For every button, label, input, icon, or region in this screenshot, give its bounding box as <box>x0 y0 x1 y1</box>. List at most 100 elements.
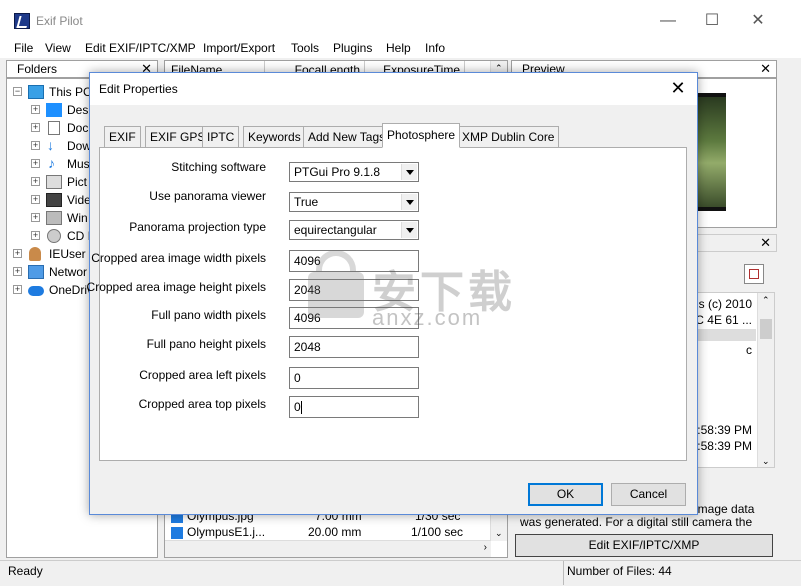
info-scrollbar[interactable]: ⌃ ⌄ <box>757 293 774 467</box>
title-bar: Exif Pilot — ☐ ✕ <box>0 0 801 38</box>
stitching-software-select[interactable]: PTGui Pro 9.1.8 <box>289 162 419 182</box>
menu-info[interactable]: Info <box>425 41 445 55</box>
expand-icon[interactable]: + <box>31 123 40 132</box>
expand-icon[interactable]: + <box>31 177 40 186</box>
computer-icon <box>28 85 44 99</box>
projection-type-select[interactable]: equirectangular <box>289 220 419 240</box>
file-exposure: 1/100 sec <box>411 525 464 539</box>
edit-properties-dialog: Edit Properties ✕ EXIF EXIF GPS IPTC Key… <box>87 72 698 515</box>
cropped-top-value: 0 <box>294 400 301 414</box>
menu-edit-exif[interactable]: Edit EXIF/IPTC/XMP <box>85 41 196 55</box>
cropped-width-label: Cropped area image width pixels <box>91 251 266 265</box>
info-value: s (c) 2010 <box>698 297 752 311</box>
scroll-down-icon[interactable]: ⌄ <box>762 456 770 467</box>
expand-icon[interactable]: + <box>31 105 40 114</box>
cropped-height-label: Cropped area image height pixels <box>86 280 266 294</box>
expand-icon[interactable]: + <box>31 195 40 204</box>
minimize-button[interactable]: — <box>645 6 691 36</box>
close-preview-icon[interactable]: ✕ <box>760 61 771 77</box>
cropped-left-input[interactable]: 0 <box>289 367 419 389</box>
user-icon <box>29 247 41 261</box>
close-info-icon[interactable]: ✕ <box>760 235 771 251</box>
chevron-down-icon[interactable] <box>401 222 417 238</box>
collapse-icon[interactable]: − <box>13 87 22 96</box>
cropped-top-input[interactable]: 0 <box>289 396 419 418</box>
tab-keywords[interactable]: Keywords <box>243 126 306 148</box>
cropped-top-label: Cropped area top pixels <box>138 397 266 411</box>
tab-iptc[interactable]: IPTC <box>202 126 240 148</box>
expand-icon[interactable]: + <box>31 231 40 240</box>
scroll-up-icon[interactable]: ⌃ <box>762 295 770 306</box>
full-width-input[interactable]: 4096 <box>289 307 419 329</box>
use-panorama-viewer-select[interactable]: True <box>289 192 419 212</box>
onedrive-icon <box>28 286 44 296</box>
preview-image <box>694 93 726 211</box>
chevron-down-icon[interactable] <box>401 194 417 210</box>
folders-title: Folders <box>17 62 58 76</box>
menu-help[interactable]: Help <box>386 41 411 55</box>
stitching-software-value: PTGui Pro 9.1.8 <box>294 165 381 179</box>
document-icon <box>48 121 60 135</box>
info-selected-row <box>696 329 756 341</box>
tab-add-new-tags[interactable]: Add New Tags <box>303 126 391 148</box>
tree-item-label: Vide <box>67 193 91 207</box>
tree-item-label: Networ <box>49 265 88 279</box>
tree-item-label: IEUser <box>49 247 86 261</box>
edit-exif-iptc-xmp-button[interactable]: Edit EXIF/IPTC/XMP <box>515 534 773 557</box>
expand-icon[interactable]: + <box>13 285 22 294</box>
tab-xmp-dublin-core[interactable]: XMP Dublin Core <box>457 126 560 148</box>
tab-photosphere[interactable]: Photosphere <box>382 123 461 148</box>
tab-exif[interactable]: EXIF <box>104 126 141 148</box>
full-width-label: Full pano width pixels <box>151 308 266 322</box>
text-cursor <box>300 401 302 415</box>
tree-item-label: Pict <box>67 175 88 189</box>
expand-icon[interactable]: + <box>31 213 40 222</box>
app-title: Exif Pilot <box>36 14 83 28</box>
tree-item-label: Win <box>67 211 88 225</box>
ok-button[interactable]: OK <box>528 483 603 506</box>
close-window-button[interactable]: ✕ <box>735 6 781 36</box>
dialog-close-button[interactable]: ✕ <box>667 78 689 99</box>
expand-icon[interactable]: + <box>13 267 22 276</box>
file-row[interactable]: OlympusE1.j... 20.00 mm 1/100 sec <box>165 525 485 541</box>
table-icon <box>749 269 759 279</box>
cropped-height-input[interactable]: 2048 <box>289 279 419 301</box>
expand-icon[interactable]: + <box>31 159 40 168</box>
info-value: c <box>746 343 752 357</box>
scroll-down-icon[interactable]: ⌄ <box>495 528 503 539</box>
cropped-width-input[interactable]: 4096 <box>289 250 419 272</box>
scroll-right-icon[interactable]: › <box>484 542 487 553</box>
tree-item-label: Mus <box>67 157 90 171</box>
menu-view[interactable]: View <box>45 41 71 55</box>
projection-type-value: equirectangular <box>294 223 377 237</box>
menu-bar: File View Edit EXIF/IPTC/XMP Import/Expo… <box>0 38 801 58</box>
export-info-button[interactable] <box>744 264 764 284</box>
menu-file[interactable]: File <box>14 41 33 55</box>
menu-import-export[interactable]: Import/Export <box>203 41 275 55</box>
full-height-input[interactable]: 2048 <box>289 336 419 358</box>
info-value: 4:58:39 PM <box>690 423 752 437</box>
status-bar: Ready Number of Files: 44 <box>0 560 801 586</box>
expand-icon[interactable]: + <box>31 141 40 150</box>
photosphere-tab-page: Stitching software PTGui Pro 9.1.8 Use p… <box>87 147 687 461</box>
chevron-down-icon[interactable] <box>401 164 417 180</box>
cancel-button[interactable]: Cancel <box>611 483 686 506</box>
file-list-horizontal-scrollbar[interactable]: › <box>165 540 491 557</box>
projection-type-label: Panorama projection type <box>129 220 266 234</box>
tree-item-label: This PC <box>49 85 92 99</box>
tree-item-label: CD I <box>67 229 91 243</box>
file-name: OlympusE1.j... <box>187 525 266 539</box>
menu-plugins[interactable]: Plugins <box>333 41 372 55</box>
dialog-title-bar: Edit Properties ✕ <box>90 73 697 105</box>
maximize-button[interactable]: ☐ <box>689 6 735 36</box>
tab-exif-gps[interactable]: EXIF GPS <box>145 126 211 148</box>
scroll-thumb[interactable] <box>760 319 772 339</box>
network-icon <box>28 265 44 279</box>
expand-icon[interactable]: + <box>13 249 22 258</box>
menu-tools[interactable]: Tools <box>291 41 319 55</box>
pictures-icon <box>46 175 62 189</box>
use-panorama-viewer-value: True <box>294 195 319 209</box>
download-icon: ↓ <box>47 137 54 153</box>
use-panorama-viewer-label: Use panorama viewer <box>149 189 266 203</box>
music-icon: ♪ <box>48 155 55 171</box>
